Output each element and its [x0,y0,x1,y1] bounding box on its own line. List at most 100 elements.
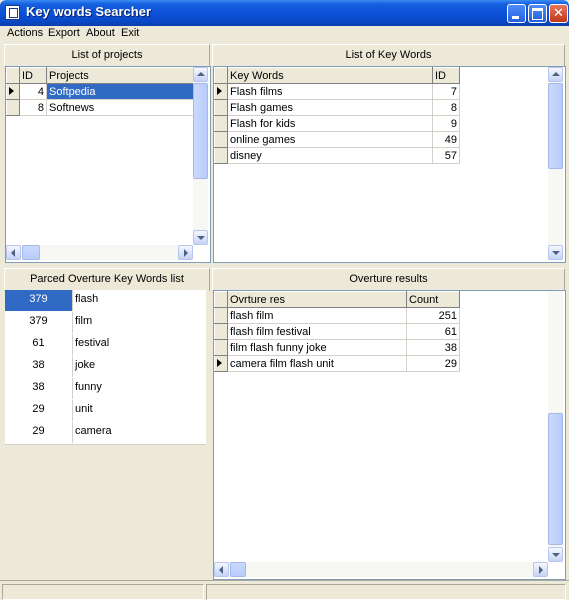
menu-export[interactable]: Export [48,26,80,42]
word[interactable]: camera [75,422,112,441]
result-phrase[interactable]: flash film festival [227,323,407,340]
row-indicator-arrow-icon [6,83,20,100]
col-header-id[interactable]: ID [432,67,460,84]
keyword-id[interactable]: 49 [432,131,460,148]
scroll-down-arrow-icon[interactable] [548,245,563,260]
list-item[interactable]: 38 joke [5,356,206,379]
word[interactable]: film [75,312,92,331]
menu-bar: Actions Export About Exit [0,26,569,42]
title-bar[interactable]: Key words Searcher ✕ [0,0,569,26]
projects-vscrollbar[interactable] [193,67,208,245]
table-row[interactable]: online games 49 [214,131,460,148]
list-item[interactable]: 38 funny [5,378,206,401]
word-count[interactable]: 38 [5,378,73,399]
list-item[interactable]: 379 flash [5,290,206,313]
close-button[interactable]: ✕ [549,4,568,23]
keywords-grid[interactable]: Key Words ID Flash films 7 Flash games 8… [213,66,566,263]
scroll-thumb[interactable] [548,413,563,545]
projects-hscrollbar[interactable] [6,245,193,260]
table-row[interactable]: camera film flash unit 29 [214,355,460,372]
col-header-keywords[interactable]: Key Words [227,67,433,84]
table-row[interactable]: disney 57 [214,147,460,164]
scroll-thumb[interactable] [193,83,208,179]
result-count[interactable]: 251 [406,307,460,324]
scroll-right-arrow-icon[interactable] [178,245,193,260]
result-phrase[interactable]: film flash funny joke [227,339,407,356]
table-row[interactable]: flash film festival 61 [214,323,460,340]
overture-results-panel: Overture results Ovrture res Count flash… [212,268,566,580]
result-count[interactable]: 29 [406,355,460,372]
grid-corner [6,67,20,84]
keyword-id[interactable]: 7 [432,83,460,100]
row-indicator-arrow-icon [214,355,228,372]
scroll-thumb[interactable] [230,562,246,577]
list-item[interactable]: 29 unit [5,400,206,423]
scroll-thumb[interactable] [548,83,563,169]
scroll-thumb[interactable] [22,245,40,260]
project-name[interactable]: Softnews [46,99,194,116]
keyword-id[interactable]: 9 [432,115,460,132]
col-header-count[interactable]: Count [406,291,460,308]
scroll-down-arrow-icon[interactable] [548,547,563,562]
keyword-name[interactable]: Flash for kids [227,115,433,132]
word-count[interactable]: 379 [5,290,73,311]
col-header-ovrture-res[interactable]: Ovrture res [227,291,407,308]
row-indicator [214,131,228,148]
col-header-projects[interactable]: Projects [46,67,194,84]
table-row[interactable]: film flash funny joke 38 [214,339,460,356]
app-icon[interactable] [5,5,20,20]
list-item[interactable]: 379 film [5,312,206,335]
minimize-button[interactable] [507,4,526,23]
result-count[interactable]: 38 [406,339,460,356]
list-item[interactable]: 29 camera [5,422,206,445]
result-phrase[interactable]: camera film flash unit [227,355,407,372]
list-item[interactable]: 61 festival [5,334,206,357]
keyword-id[interactable]: 8 [432,99,460,116]
table-row[interactable]: Flash for kids 9 [214,115,460,132]
word[interactable]: festival [75,334,109,353]
keyword-name[interactable]: disney [227,147,433,164]
scroll-right-arrow-icon[interactable] [533,562,548,577]
word-count[interactable]: 61 [5,334,73,355]
scroll-down-arrow-icon[interactable] [193,230,208,245]
scroll-left-arrow-icon[interactable] [6,245,21,260]
scroll-left-arrow-icon[interactable] [214,562,229,577]
scroll-up-arrow-icon[interactable] [193,67,208,82]
keyword-name[interactable]: Flash games [227,99,433,116]
keyword-id[interactable]: 57 [432,147,460,164]
project-id[interactable]: 4 [19,83,47,100]
word[interactable]: unit [75,400,93,419]
project-name[interactable]: Softpedia [46,83,194,100]
word[interactable]: flash [75,290,98,309]
word-count[interactable]: 379 [5,312,73,333]
keywords-vscrollbar[interactable] [548,67,563,260]
table-row[interactable]: Flash games 8 [214,99,460,116]
result-count[interactable]: 61 [406,323,460,340]
table-row[interactable]: 8 Softnews [6,99,194,116]
word[interactable]: joke [75,356,95,375]
status-segment [2,584,204,600]
menu-about[interactable]: About [86,26,115,42]
word-count[interactable]: 38 [5,356,73,377]
results-grid[interactable]: Ovrture res Count flash film 251 flash f… [213,290,566,580]
projects-grid[interactable]: ID Projects 4 Softpedia 8 Softnews [5,66,211,263]
maximize-button[interactable] [528,4,547,23]
col-header-id[interactable]: ID [19,67,47,84]
table-row[interactable]: 4 Softpedia [6,83,194,100]
word-count[interactable]: 29 [5,422,73,443]
word[interactable]: funny [75,378,102,397]
keyword-name[interactable]: online games [227,131,433,148]
table-row[interactable]: Flash films 7 [214,83,460,100]
menu-exit[interactable]: Exit [121,26,139,42]
project-id[interactable]: 8 [19,99,47,116]
menu-actions[interactable]: Actions [7,26,43,42]
scroll-up-arrow-icon[interactable] [548,67,563,82]
results-hscrollbar[interactable] [214,562,548,577]
table-row[interactable]: flash film 251 [214,307,460,324]
row-indicator [214,115,228,132]
word-count[interactable]: 29 [5,400,73,421]
results-vscrollbar[interactable] [548,291,563,562]
keyword-name[interactable]: Flash films [227,83,433,100]
result-phrase[interactable]: flash film [227,307,407,324]
parced-keywords-list[interactable]: 379 flash 379 film 61 festival 38 joke 3… [5,290,209,578]
